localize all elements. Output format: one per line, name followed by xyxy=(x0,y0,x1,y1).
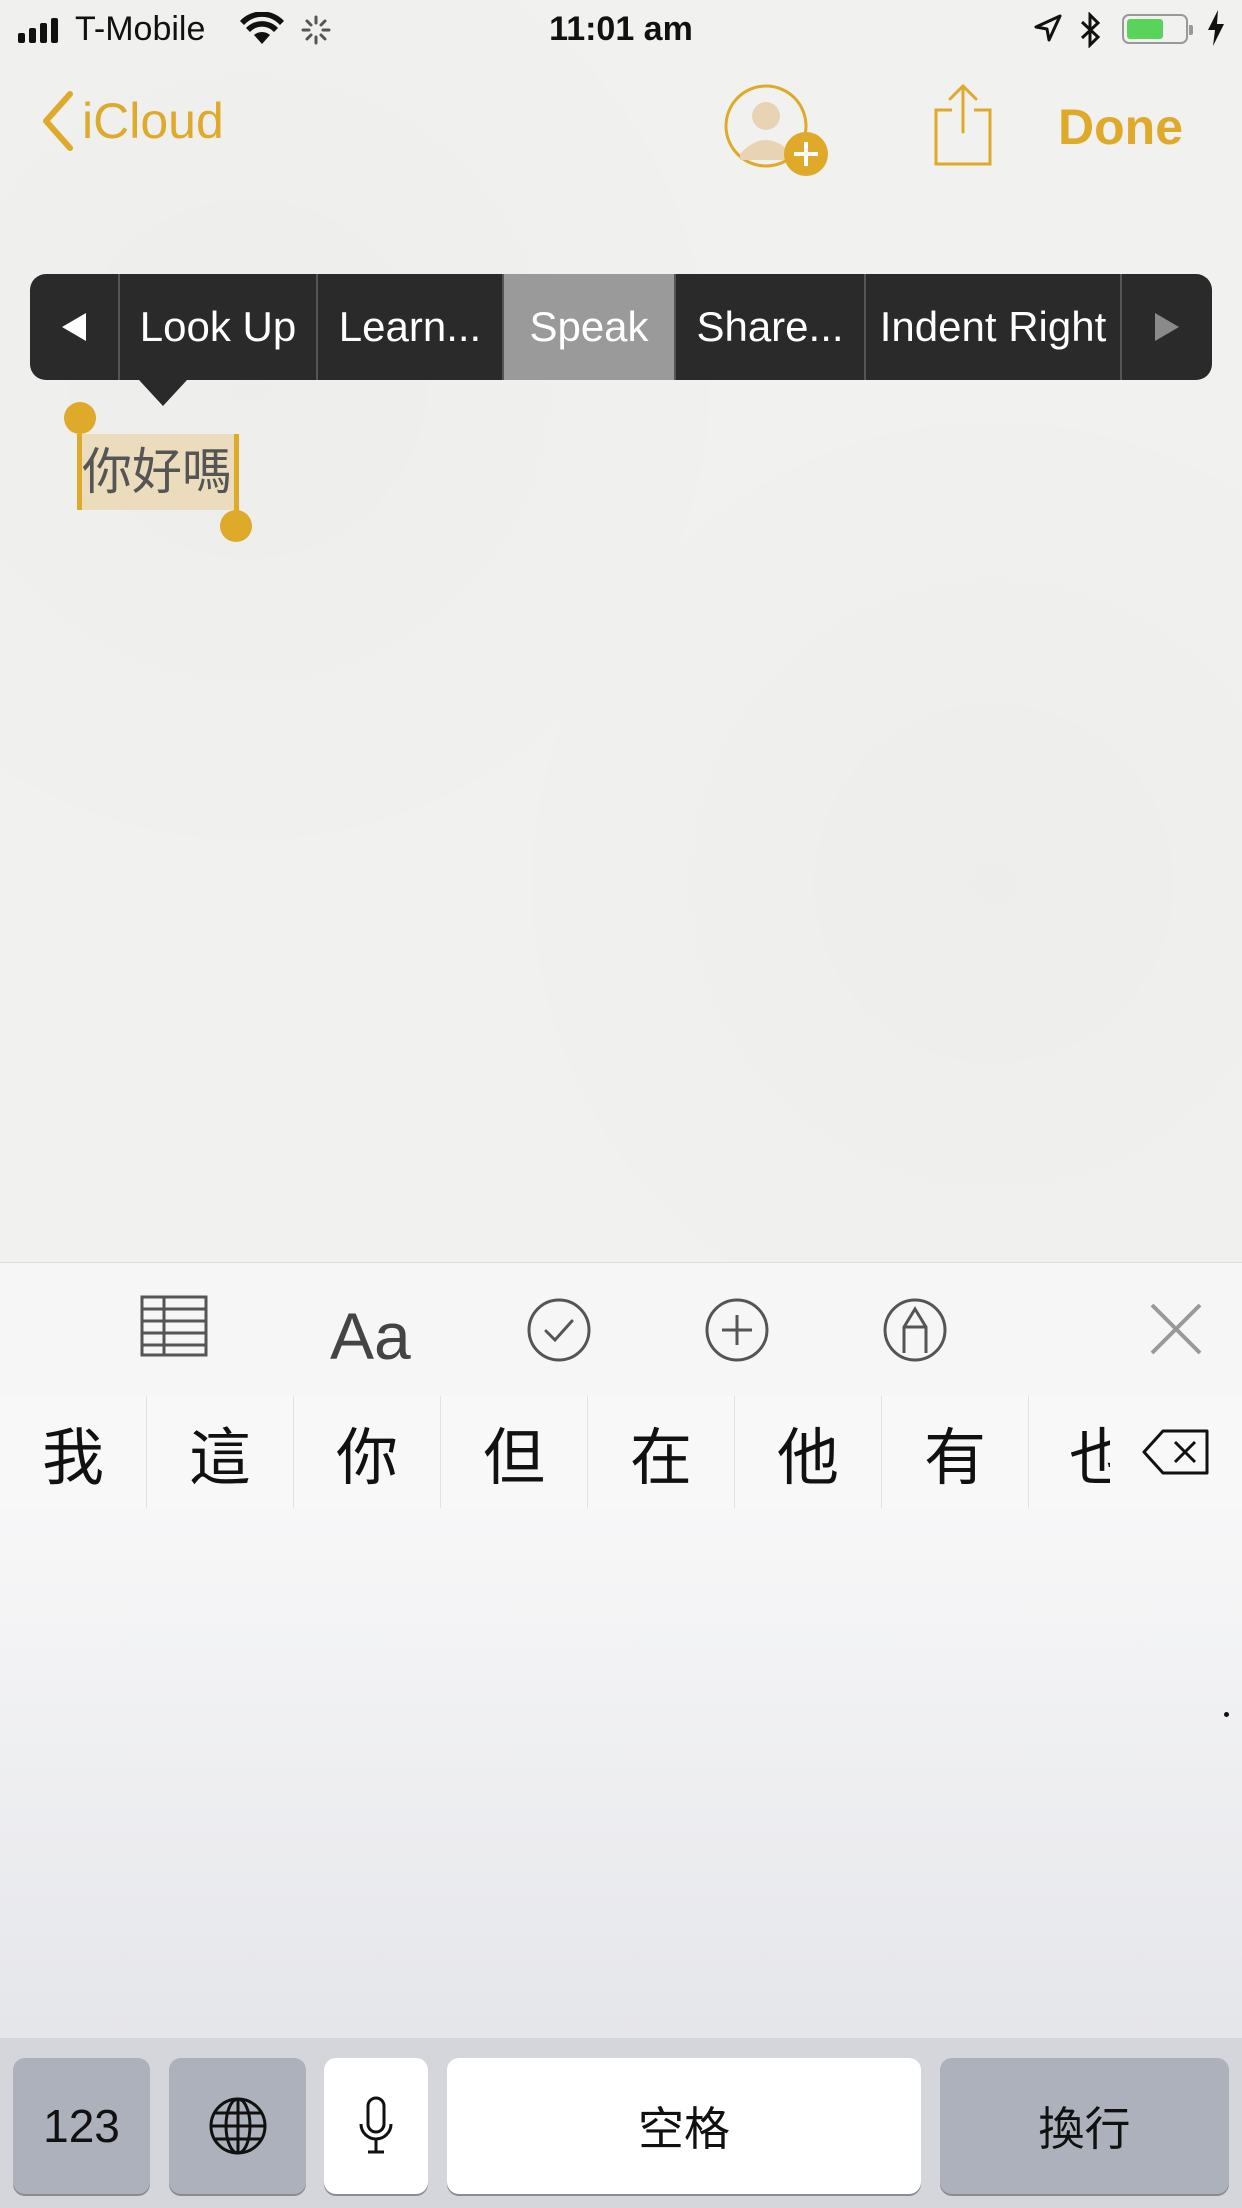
dictation-key[interactable] xyxy=(324,2058,428,2194)
done-button[interactable]: Done xyxy=(1058,98,1183,156)
back-label: iCloud xyxy=(82,93,224,149)
battery-icon xyxy=(1122,14,1193,44)
selection-end-caret xyxy=(234,434,239,514)
status-bar: T-Mobile 11:01 am xyxy=(0,0,1242,60)
triangle-left-icon xyxy=(62,313,86,341)
menu-item-share[interactable]: Share... xyxy=(676,274,866,380)
menu-pointer xyxy=(139,380,187,406)
triangle-right-icon xyxy=(1155,313,1179,341)
close-icon[interactable] xyxy=(1148,1301,1204,1357)
add-icon[interactable] xyxy=(704,1297,770,1363)
text-style-icon[interactable]: Aa xyxy=(330,1303,411,1369)
menu-item-learn[interactable]: Learn... xyxy=(318,274,504,380)
space-key[interactable]: 空格 xyxy=(447,2058,921,2194)
share-icon[interactable] xyxy=(932,82,994,168)
candidate-item[interactable]: 他 xyxy=(735,1396,882,1508)
selection-start-caret xyxy=(77,434,82,510)
candidate-item[interactable]: 這 xyxy=(147,1396,294,1508)
menu-item-speak[interactable]: Speak xyxy=(504,274,676,380)
selected-note-text[interactable]: 你好嗎 xyxy=(82,434,232,510)
candidate-item[interactable]: 在 xyxy=(588,1396,735,1508)
formatting-toolbar: Aa xyxy=(0,1262,1242,1399)
edit-menu: Look Up Learn... Speak Share... Indent R… xyxy=(30,274,1212,380)
candidate-item[interactable]: 你 xyxy=(294,1396,441,1508)
checklist-icon[interactable] xyxy=(526,1297,592,1363)
delete-button[interactable] xyxy=(1110,1396,1242,1508)
chevron-left-icon xyxy=(43,91,73,151)
candidate-item[interactable]: 但 xyxy=(441,1396,588,1508)
selection-end-handle[interactable] xyxy=(220,510,252,542)
table-icon[interactable] xyxy=(140,1295,208,1357)
globe-key[interactable] xyxy=(169,2058,306,2194)
candidate-bar: 我 這 你 但 在 他 有 也 xyxy=(0,1396,1242,1508)
return-key[interactable]: 換行 xyxy=(940,2058,1229,2194)
menu-item-indent-right[interactable]: Indent Right xyxy=(866,274,1122,380)
markup-icon[interactable] xyxy=(882,1297,948,1363)
globe-icon xyxy=(209,2097,266,2155)
delete-backward-icon xyxy=(1142,1429,1209,1475)
ink-dot xyxy=(1224,1712,1229,1717)
selection-start-handle[interactable] xyxy=(64,402,96,434)
add-people-icon[interactable] xyxy=(722,82,832,178)
location-arrow-icon xyxy=(1034,14,1062,42)
handwriting-input-area[interactable] xyxy=(0,1508,1242,2038)
candidate-item[interactable]: 我 xyxy=(0,1396,147,1508)
back-button[interactable]: iCloud xyxy=(40,90,224,152)
bluetooth-icon xyxy=(1080,12,1101,48)
menu-item-look-up[interactable]: Look Up xyxy=(120,274,318,380)
numbers-key[interactable]: 123 xyxy=(13,2058,150,2194)
candidate-item[interactable]: 有 xyxy=(882,1396,1029,1508)
charging-bolt-icon xyxy=(1208,10,1224,46)
menu-next-button[interactable] xyxy=(1122,274,1212,380)
microphone-icon xyxy=(359,2096,393,2154)
navigation-bar: iCloud Done xyxy=(0,70,1242,190)
menu-prev-button[interactable] xyxy=(30,274,120,380)
